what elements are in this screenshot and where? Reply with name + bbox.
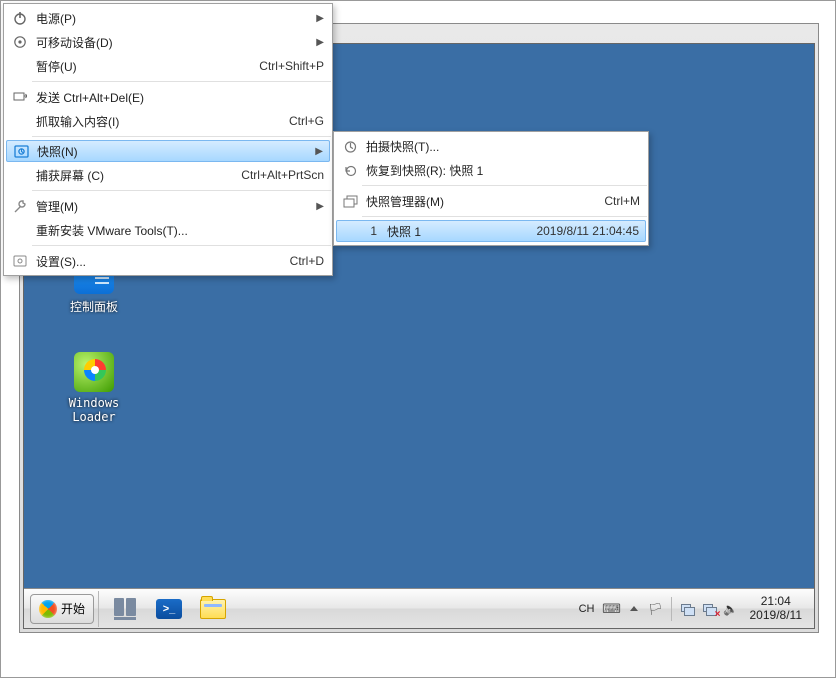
powershell-icon: >_ [156,599,182,619]
network-icon-disconnected[interactable]: × [700,600,718,618]
menu-shortcut: Ctrl+M [584,194,640,208]
taskbar-powershell[interactable]: >_ [147,594,191,624]
clock-date: 2019/8/11 [750,609,803,622]
menu-separator [32,81,331,82]
tray-chevron-up[interactable] [625,600,643,618]
menu-label: 设置(S)... [30,253,86,270]
submenu-arrow-icon: ▶ [295,146,323,157]
menu-shortcut: Ctrl+Shift+P [239,59,324,73]
submenu-arrow-icon: ▶ [296,201,324,212]
menu-manage[interactable]: 管理(M) ▶ [4,194,332,218]
submenu-arrow-icon: ▶ [296,13,324,24]
snapshot-icon [11,142,31,160]
network-icon-1[interactable] [678,600,696,618]
keyboard-icon[interactable] [603,600,621,618]
menu-label: 管理(M) [30,198,78,215]
server-manager-icon [112,598,138,620]
menu-separator [32,190,331,191]
wrench-icon [10,197,30,215]
menu-grab-input[interactable]: 抓取输入内容(I) Ctrl+G [4,109,332,133]
menu-label: 快照 1 [377,223,421,240]
snapshot-index: 1 [363,224,377,238]
menu-reinstall-tools[interactable]: 重新安装 VMware Tools(T)... [4,218,332,242]
taskbar-separator [98,591,99,627]
clock-time: 21:04 [750,595,803,608]
volume-icon[interactable] [722,600,740,618]
taskbar: 开始 >_ CH × 21:04 2019/8/11 [24,588,814,628]
menu-shortcut: Ctrl+G [269,114,324,128]
system-tray: CH × 21:04 2019/8/11 [575,589,814,628]
menu-label: 快照管理器(M) [360,193,444,210]
revert-icon [340,161,360,179]
menu-label: 拍摄快照(T)... [360,138,439,155]
submenu-arrow-icon: ▶ [296,37,324,48]
menu-label: 恢复到快照(R): 快照 1 [360,162,483,179]
desktop-icon-label: 控制面板 [54,298,134,315]
snapshot-submenu: 拍摄快照(T)... 恢复到快照(R): 快照 1 快照管理器(M) Ctrl+… [333,131,649,246]
taskbar-clock[interactable]: 21:04 2019/8/11 [744,595,809,621]
send-icon [10,88,30,106]
start-label: 开始 [61,600,85,617]
explorer-icon [200,599,226,619]
app-window: 控制面板 Windows Loader 开始 >_ CH × 21:04 201… [0,0,836,678]
usb-icon [10,33,30,51]
menu-label: 电源(P) [30,10,76,27]
menu-label: 重新安装 VMware Tools(T)... [30,222,188,239]
menu-label: 暂停(U) [30,58,77,75]
menu-snapshot[interactable]: 快照(N) ▶ [6,140,330,162]
menu-power[interactable]: 电源(P) ▶ [4,6,332,30]
desktop-icon-label: Windows Loader [54,396,134,424]
manager-icon [340,192,360,210]
camera-icon [340,137,360,155]
menu-capture-screen[interactable]: 捕获屏幕 (C) Ctrl+Alt+PrtScn [4,163,332,187]
menu-shortcut: Ctrl+Alt+PrtScn [221,168,324,182]
action-center-icon[interactable] [647,600,665,618]
chevron-up-icon [630,606,638,611]
tray-separator [671,597,672,621]
submenu-snapshot-entry-1[interactable]: 1 快照 1 2019/8/11 21:04:45 [336,220,646,242]
desktop-icon-windows-loader[interactable]: Windows Loader [54,352,134,424]
menu-separator [32,136,331,137]
menu-separator [362,216,647,217]
snapshot-timestamp: 2019/8/11 21:04:45 [516,224,639,238]
gear-icon [10,252,30,270]
taskbar-server-manager[interactable] [103,594,147,624]
menu-label: 可移动设备(D) [30,34,113,51]
submenu-revert-snapshot[interactable]: 恢复到快照(R): 快照 1 [334,158,648,182]
menu-separator [32,245,331,246]
taskbar-explorer[interactable] [191,594,235,624]
menu-pause[interactable]: 暂停(U) Ctrl+Shift+P [4,54,332,78]
windows-loader-icon [74,352,114,392]
start-button[interactable]: 开始 [30,594,94,624]
ime-indicator[interactable]: CH [575,603,599,615]
power-icon [10,9,30,27]
menu-shortcut: Ctrl+D [270,254,324,268]
menu-removable-devices[interactable]: 可移动设备(D) ▶ [4,30,332,54]
menu-send-cad[interactable]: 发送 Ctrl+Alt+Del(E) [4,85,332,109]
menu-label: 抓取输入内容(I) [30,113,119,130]
submenu-snapshot-manager[interactable]: 快照管理器(M) Ctrl+M [334,189,648,213]
vm-context-menu: 电源(P) ▶ 可移动设备(D) ▶ 暂停(U) Ctrl+Shift+P 发送… [3,3,333,276]
menu-settings[interactable]: 设置(S)... Ctrl+D [4,249,332,273]
menu-label: 快照(N) [31,143,78,160]
windows-orb-icon [39,600,57,618]
menu-label: 捕获屏幕 (C) [30,167,104,184]
menu-label: 发送 Ctrl+Alt+Del(E) [30,89,144,106]
menu-separator [362,185,647,186]
submenu-take-snapshot[interactable]: 拍摄快照(T)... [334,134,648,158]
